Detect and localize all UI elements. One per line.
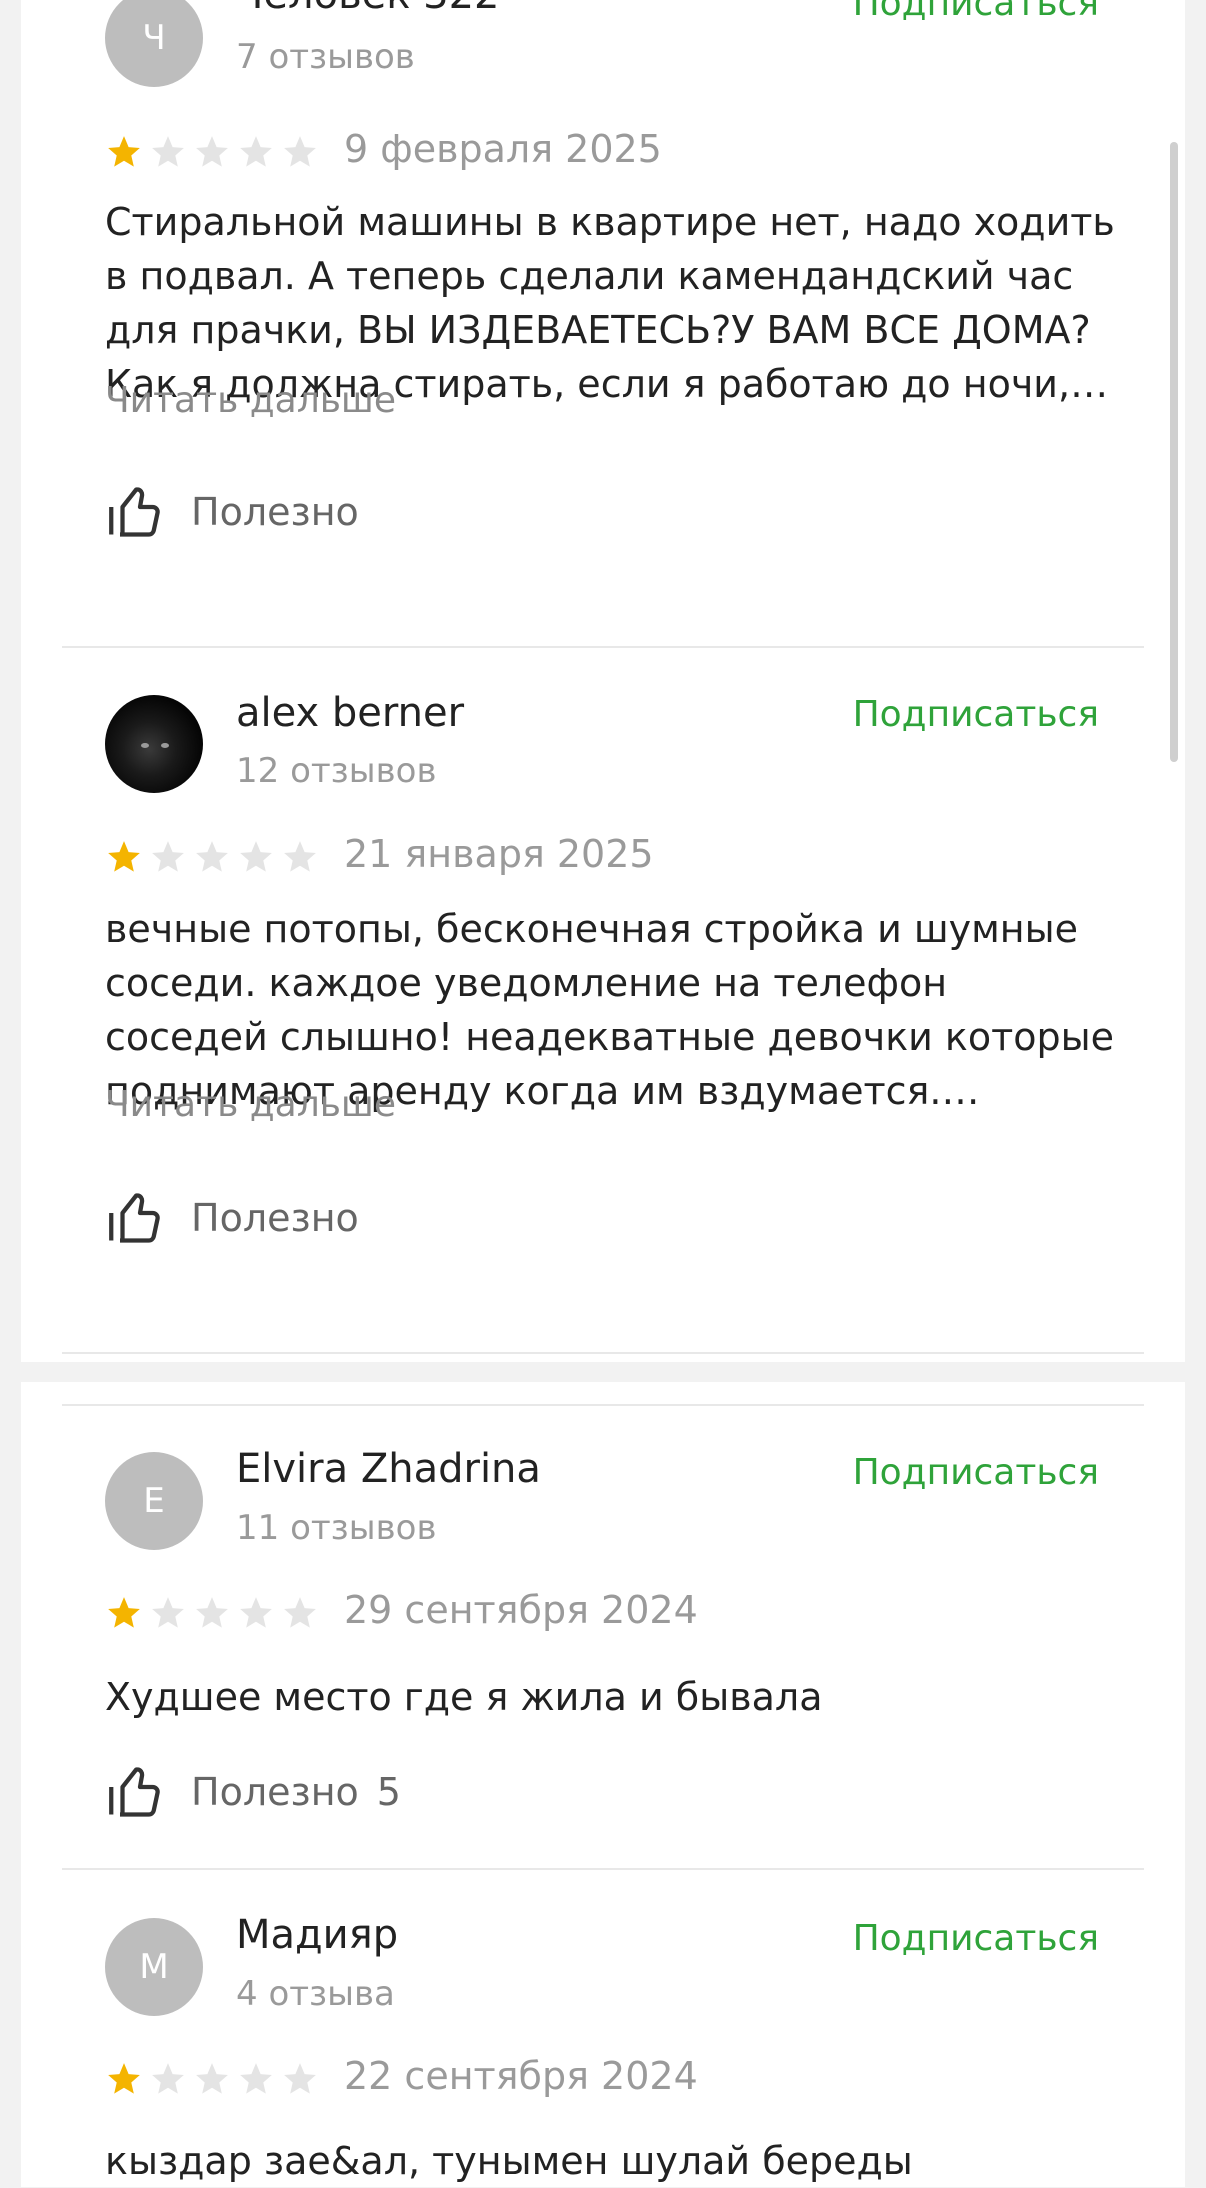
- star-empty-icon: [284, 136, 316, 167]
- useful-count: 5: [376, 1770, 401, 1814]
- author-name[interactable]: Elvira Zhadrina: [236, 1446, 541, 1492]
- useful-button[interactable]: Полезно 5: [105, 1762, 401, 1822]
- useful-label: Полезно: [191, 490, 359, 534]
- star-empty-icon: [152, 136, 184, 167]
- rating-stars: [105, 1594, 319, 1632]
- star-empty-icon: [196, 136, 228, 167]
- star-empty-icon: [284, 2063, 316, 2094]
- star-empty-icon: [196, 841, 228, 872]
- author-name[interactable]: alex berner: [236, 690, 464, 736]
- star-empty-icon: [152, 1597, 184, 1628]
- review-text: Худшее место где я жила и бывала: [105, 1675, 823, 1719]
- star-empty-icon: [152, 2063, 184, 2094]
- review-text: кыздар зае&ал, тунымен шулай береды: [105, 2139, 913, 2183]
- star-empty-icon: [240, 2063, 272, 2094]
- star-empty-icon: [240, 841, 272, 872]
- subscribe-button[interactable]: Подписаться: [853, 1452, 1099, 1493]
- star-empty-icon: [240, 1597, 272, 1628]
- section-spacer: [62, 1382, 1144, 1406]
- review-card: М Мадияр 4 отзыва Подписаться 22 сентябр…: [62, 1872, 1144, 2187]
- star-empty-icon: [240, 136, 272, 167]
- review-card: Ч Человек 322 7 отзывов Подписаться 9 фе…: [62, 0, 1144, 648]
- subscribe-button[interactable]: Подписаться: [853, 0, 1099, 24]
- rating-stars: [105, 133, 319, 171]
- subscribe-button[interactable]: Подписаться: [853, 1918, 1099, 1959]
- star-filled-icon: [108, 136, 140, 167]
- avatar[interactable]: М: [105, 1918, 203, 2016]
- author-name[interactable]: Мадияр: [236, 1912, 398, 1958]
- star-empty-icon: [284, 841, 316, 872]
- review-date: 21 января 2025: [344, 832, 654, 876]
- review-date: 29 сентября 2024: [344, 1588, 698, 1632]
- star-empty-icon: [284, 1597, 316, 1628]
- rating-stars: [105, 2060, 319, 2098]
- subscribe-button[interactable]: Подписаться: [853, 694, 1099, 735]
- read-more-link[interactable]: Читать дальше: [105, 1084, 396, 1125]
- author-reviews-count: 12 отзывов: [236, 751, 437, 791]
- review-date: 9 февраля 2025: [344, 127, 662, 171]
- star-empty-icon: [152, 841, 184, 872]
- star-filled-icon: [108, 841, 140, 872]
- star-empty-icon: [196, 2063, 228, 2094]
- thumbs-up-icon: [109, 1767, 160, 1817]
- review-card: E Elvira Zhadrina 11 отзывов Подписаться…: [62, 1406, 1144, 1870]
- scrollbar[interactable]: [1170, 142, 1178, 762]
- rating-stars: [105, 838, 319, 876]
- review-card: alex berner 12 отзывов Подписаться 21 ян…: [62, 648, 1144, 1354]
- useful-button[interactable]: Полезно: [105, 1188, 377, 1248]
- avatar[interactable]: E: [105, 1452, 203, 1550]
- avatar[interactable]: [105, 695, 203, 793]
- avatar[interactable]: Ч: [105, 0, 203, 87]
- author-reviews-count: 7 отзывов: [236, 37, 415, 77]
- useful-label: Полезно: [191, 1770, 359, 1814]
- author-name[interactable]: Человек 322: [236, 0, 499, 18]
- star-filled-icon: [108, 1597, 140, 1628]
- review-text: Стиральной машины в квартире нет, надо х…: [105, 200, 1115, 406]
- thumbs-up-icon: [109, 487, 160, 537]
- useful-label: Полезно: [191, 1196, 359, 1240]
- star-filled-icon: [108, 2063, 140, 2094]
- author-reviews-count: 11 отзывов: [236, 1508, 437, 1548]
- read-more-link[interactable]: Читать дальше: [105, 380, 396, 421]
- star-empty-icon: [196, 1597, 228, 1628]
- useful-button[interactable]: Полезно: [105, 482, 377, 542]
- author-reviews-count: 4 отзыва: [236, 1974, 395, 2014]
- review-date: 22 сентября 2024: [344, 2054, 698, 2098]
- thumbs-up-icon: [109, 1193, 160, 1243]
